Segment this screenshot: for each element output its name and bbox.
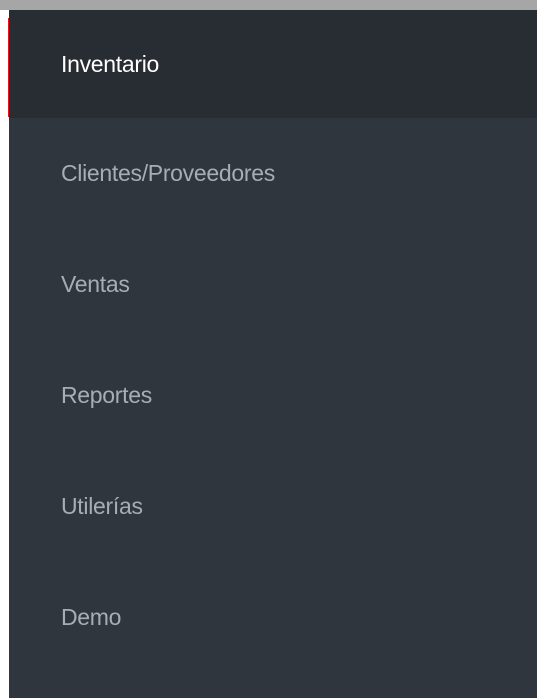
- sidebar-item-inventario[interactable]: Inventario: [9, 10, 537, 118]
- top-strip: [0, 0, 537, 10]
- sidebar-item-label: Reportes: [61, 382, 152, 408]
- sidebar-item-label: Utilerías: [61, 493, 143, 519]
- sidebar-item-demo[interactable]: Demo: [9, 562, 537, 673]
- sidebar-item-label: Inventario: [61, 50, 160, 77]
- sidebar-item-label: Clientes/Proveedores: [61, 160, 275, 186]
- sidebar-item-clientes-proveedores[interactable]: Clientes/Proveedores: [9, 118, 537, 229]
- sidebar-item-ventas[interactable]: Ventas: [9, 229, 537, 340]
- sidebar-menu: Inventario Clientes/Proveedores Ventas R…: [8, 10, 537, 698]
- sidebar-item-utilerias[interactable]: Utilerías: [9, 451, 537, 562]
- sidebar-item-label: Demo: [61, 604, 122, 630]
- sidebar-item-reportes[interactable]: Reportes: [9, 340, 537, 451]
- sidebar-item-label: Ventas: [61, 271, 130, 297]
- sidebar-menu-list: Inventario Clientes/Proveedores Ventas R…: [9, 10, 537, 673]
